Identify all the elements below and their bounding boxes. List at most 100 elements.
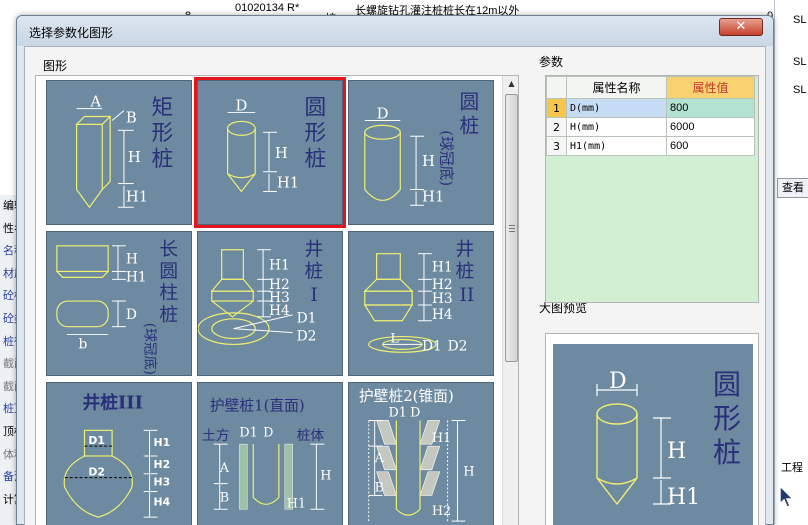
svg-text:H3: H3 [154,476,171,489]
param-row[interactable]: 1 D(mm) 800 [546,98,755,118]
wall-pile-cone-diagram: 护壁桩2(锥面) D1 D A B H1 H H2 [359,388,475,522]
gallery-scrollbar[interactable]: ▲ [502,76,518,525]
svg-text:H1: H1 [287,496,306,511]
svg-text:桩: 桩 [305,147,327,172]
svg-text:D2: D2 [297,328,317,344]
svg-text:H4: H4 [432,307,453,323]
svg-text:形: 形 [305,121,327,146]
param-value[interactable]: 6000 [666,117,755,137]
svg-text:H2: H2 [154,458,171,471]
shape-tile-well-pile-3[interactable]: 井桩III D1 D2 H1 H2 H3 H4 [46,382,192,525]
dialog-body: 图形 参数 大图预览 A B H H1 矩 形 桩 D H H1 圆 形 桩 D… [24,46,766,525]
rect-pile-diagram: A B H H1 矩 形 桩 [75,94,174,209]
svg-text:D: D [377,105,389,122]
params-table: 属性名称 属性值 1 D(mm) 800 2 H(mm) 6000 3 H1(m… [546,76,755,156]
svg-text:H1: H1 [126,269,147,285]
project-button[interactable]: 工程 [777,459,808,479]
param-name: D(mm) [566,98,667,118]
shape-tile-round-pile[interactable]: D H H1 圆 形 桩 [194,77,346,228]
svg-text:D2: D2 [448,338,468,354]
svg-text:D1: D1 [88,434,105,447]
svg-text:井桩III: 井桩III [83,392,143,414]
shape-tile-long-round-pile[interactable]: H H1 D b 长 圆 柱 桩 (球冠底) [46,231,192,376]
shape-tile-wall-pile-cone[interactable]: 护壁桩2(锥面) D1 D A B H1 H H2 [348,382,494,525]
svg-text:H: H [128,149,141,166]
svg-text:圆: 圆 [159,261,178,282]
svg-text:H4: H4 [269,303,290,319]
svg-text:(球冠底): (球冠底) [438,130,455,186]
round-pile-preview-diagram: D H H1 圆 形 桩 [596,368,741,510]
svg-text:桩: 桩 [713,436,741,469]
svg-text:L: L [390,331,399,346]
svg-text:圆: 圆 [713,368,741,401]
shape-tile-rect-pile[interactable]: A B H H1 矩 形 桩 [46,80,192,225]
svg-text:形: 形 [713,402,741,435]
param-row[interactable]: 2 H(mm) 6000 [546,117,755,137]
svg-text:柱: 柱 [159,283,178,304]
svg-text:桩: 桩 [459,114,479,137]
scroll-thumb[interactable] [505,94,518,362]
svg-text:H: H [275,145,288,162]
long-round-pile-diagram: H H1 D b 长 圆 柱 桩 (球冠底) [56,240,178,375]
shape-tile-wall-pile-straight[interactable]: 护壁桩1(直面) 土方 桩体 D1 D A B H H1 [197,382,343,525]
shapes-label: 图形 [43,59,68,73]
shape-tile-well-pile-2[interactable]: H1 H2 H3 H4 L D1 D2 井 桩 II [348,231,494,376]
param-row[interactable]: 3 H1(mm) 600 [546,136,755,156]
shape-tile-well-pile-1[interactable]: H1 H2 H3 H4 D1 D2 井 桩 I [197,231,343,376]
shape-gallery: A B H H1 矩 形 桩 D H H1 圆 形 桩 D H H1 圆 桩 (… [35,75,519,525]
param-name-header: 属性名称 [566,76,667,99]
svg-text:H1: H1 [269,257,290,273]
preview-image: D H H1 圆 形 桩 [553,344,753,525]
svg-text:b: b [79,336,88,352]
param-index: 2 [546,117,567,137]
svg-text:D: D [410,406,420,421]
svg-text:土方: 土方 [202,428,230,444]
svg-text:D: D [126,307,137,323]
view-button[interactable]: 查看 [777,178,808,198]
param-value-header: 属性值 [666,76,755,99]
svg-text:H: H [320,469,331,484]
close-button[interactable]: ✕ [719,18,763,36]
svg-text:矩: 矩 [152,96,174,121]
round-pile-diagram: D H H1 圆 形 桩 [227,96,327,193]
svg-text:桩体: 桩体 [297,427,325,444]
param-index: 1 [546,98,567,118]
svg-text:H: H [126,252,138,268]
svg-text:H: H [463,465,474,480]
well-pile-2-diagram: H1 H2 H3 H4 L D1 D2 井 桩 II [363,240,475,354]
svg-text:D1: D1 [297,311,317,327]
svg-text:H1: H1 [432,259,453,275]
svg-text:D1: D1 [422,338,442,354]
svg-text:B: B [375,480,384,495]
bg-right-label-3: SL [793,84,807,96]
well-pile-3-diagram: 井桩III D1 D2 H1 H2 H3 H4 [63,392,171,518]
params-panel: 属性名称 属性值 1 D(mm) 800 2 H(mm) 6000 3 H1(m… [545,75,759,303]
shape-tile-round-pile-dome[interactable]: D H H1 圆 桩 (球冠底) [348,80,494,225]
svg-text:H: H [422,153,435,170]
bg-right-label-2: SL [793,56,807,68]
background-right-panel: SL SL SL 查看 工程 [774,0,808,525]
svg-text:桩: 桩 [159,305,178,326]
param-name: H(mm) [566,117,667,137]
svg-text:H2: H2 [432,504,451,519]
svg-text:H1: H1 [667,485,700,510]
bg-right-label: SL [793,14,807,26]
svg-text:D1: D1 [239,425,257,440]
scroll-up-icon[interactable]: ▲ [503,76,518,92]
svg-text:A: A [89,94,101,111]
svg-text:圆: 圆 [305,96,327,121]
svg-text:桩: 桩 [152,147,174,172]
svg-text:井: 井 [456,240,475,261]
param-value[interactable]: 600 [666,136,755,156]
svg-text:A: A [219,461,230,476]
param-value[interactable]: 800 [666,98,755,118]
svg-text:H3: H3 [432,291,453,307]
param-index: 3 [546,136,567,156]
svg-text:H1: H1 [422,188,444,205]
dialog-titlebar[interactable]: 选择参数化图形 ✕ [17,16,773,46]
svg-text:H1: H1 [432,431,451,446]
svg-text:D: D [609,369,627,394]
svg-text:D: D [263,425,273,440]
svg-text:II: II [459,285,474,306]
svg-text:(球冠底): (球冠底) [142,323,158,375]
